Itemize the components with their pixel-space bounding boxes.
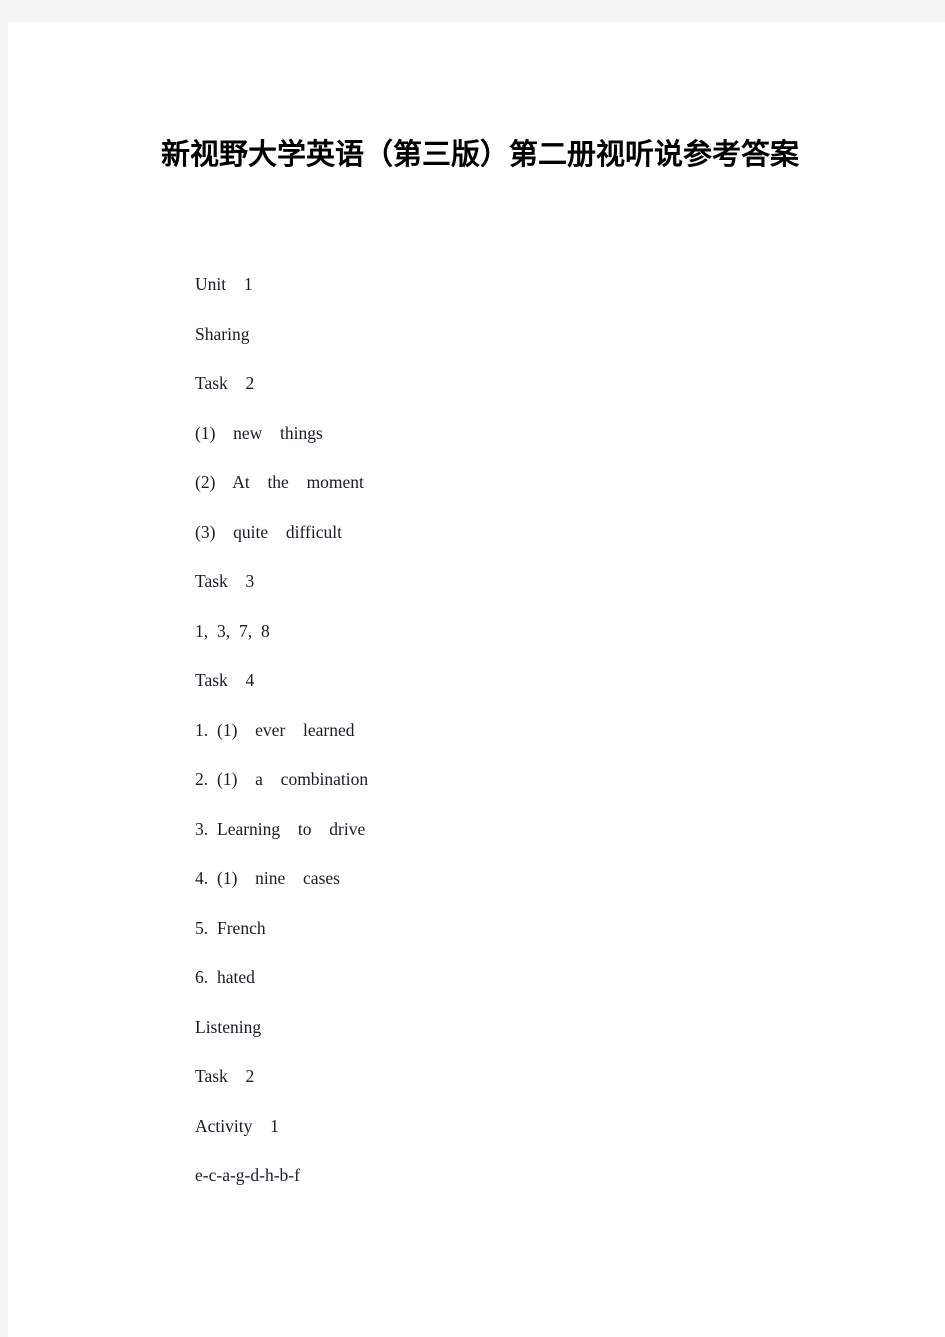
text-line: 3. Learning to drive [195,818,366,839]
text-line: Sharing [195,323,250,344]
text-line: Task 2 [195,1066,255,1086]
text-line: 4. (1) nine cases [195,868,340,888]
text-line: Listening [195,1016,262,1037]
text-line: 1. (1) ever learned [195,719,355,740]
text-line: 5. French [195,917,266,938]
text-line: 2. (1) a combination [195,769,369,789]
text-line: Activity 1 [195,1115,279,1136]
text-line: Unit 1 [195,274,253,294]
page-title: 新视野大学英语（第三版）第二册视听说参考答案 [161,137,800,171]
text-line: e-c-a-g-d-h-b-f [195,1165,300,1185]
text-line: Task 3 [195,571,255,591]
text-line: (2) At the moment [195,472,364,492]
text-line: 6. hated [195,967,255,987]
text-line: Task 2 [195,373,255,393]
document-page-sheet: 新视野大学英语（第三版）第二册视听说参考答案 Unit 1 Sharing Ta… [8,22,945,1337]
text-line: Task 4 [195,670,255,690]
text-line: (1) new things [195,422,323,443]
document-body: Unit 1 Sharing Task 2 (1) new things (2)… [195,260,875,1201]
text-line: (3) quite difficult [195,521,342,542]
text-line: 1, 3, 7, 8 [195,620,270,641]
